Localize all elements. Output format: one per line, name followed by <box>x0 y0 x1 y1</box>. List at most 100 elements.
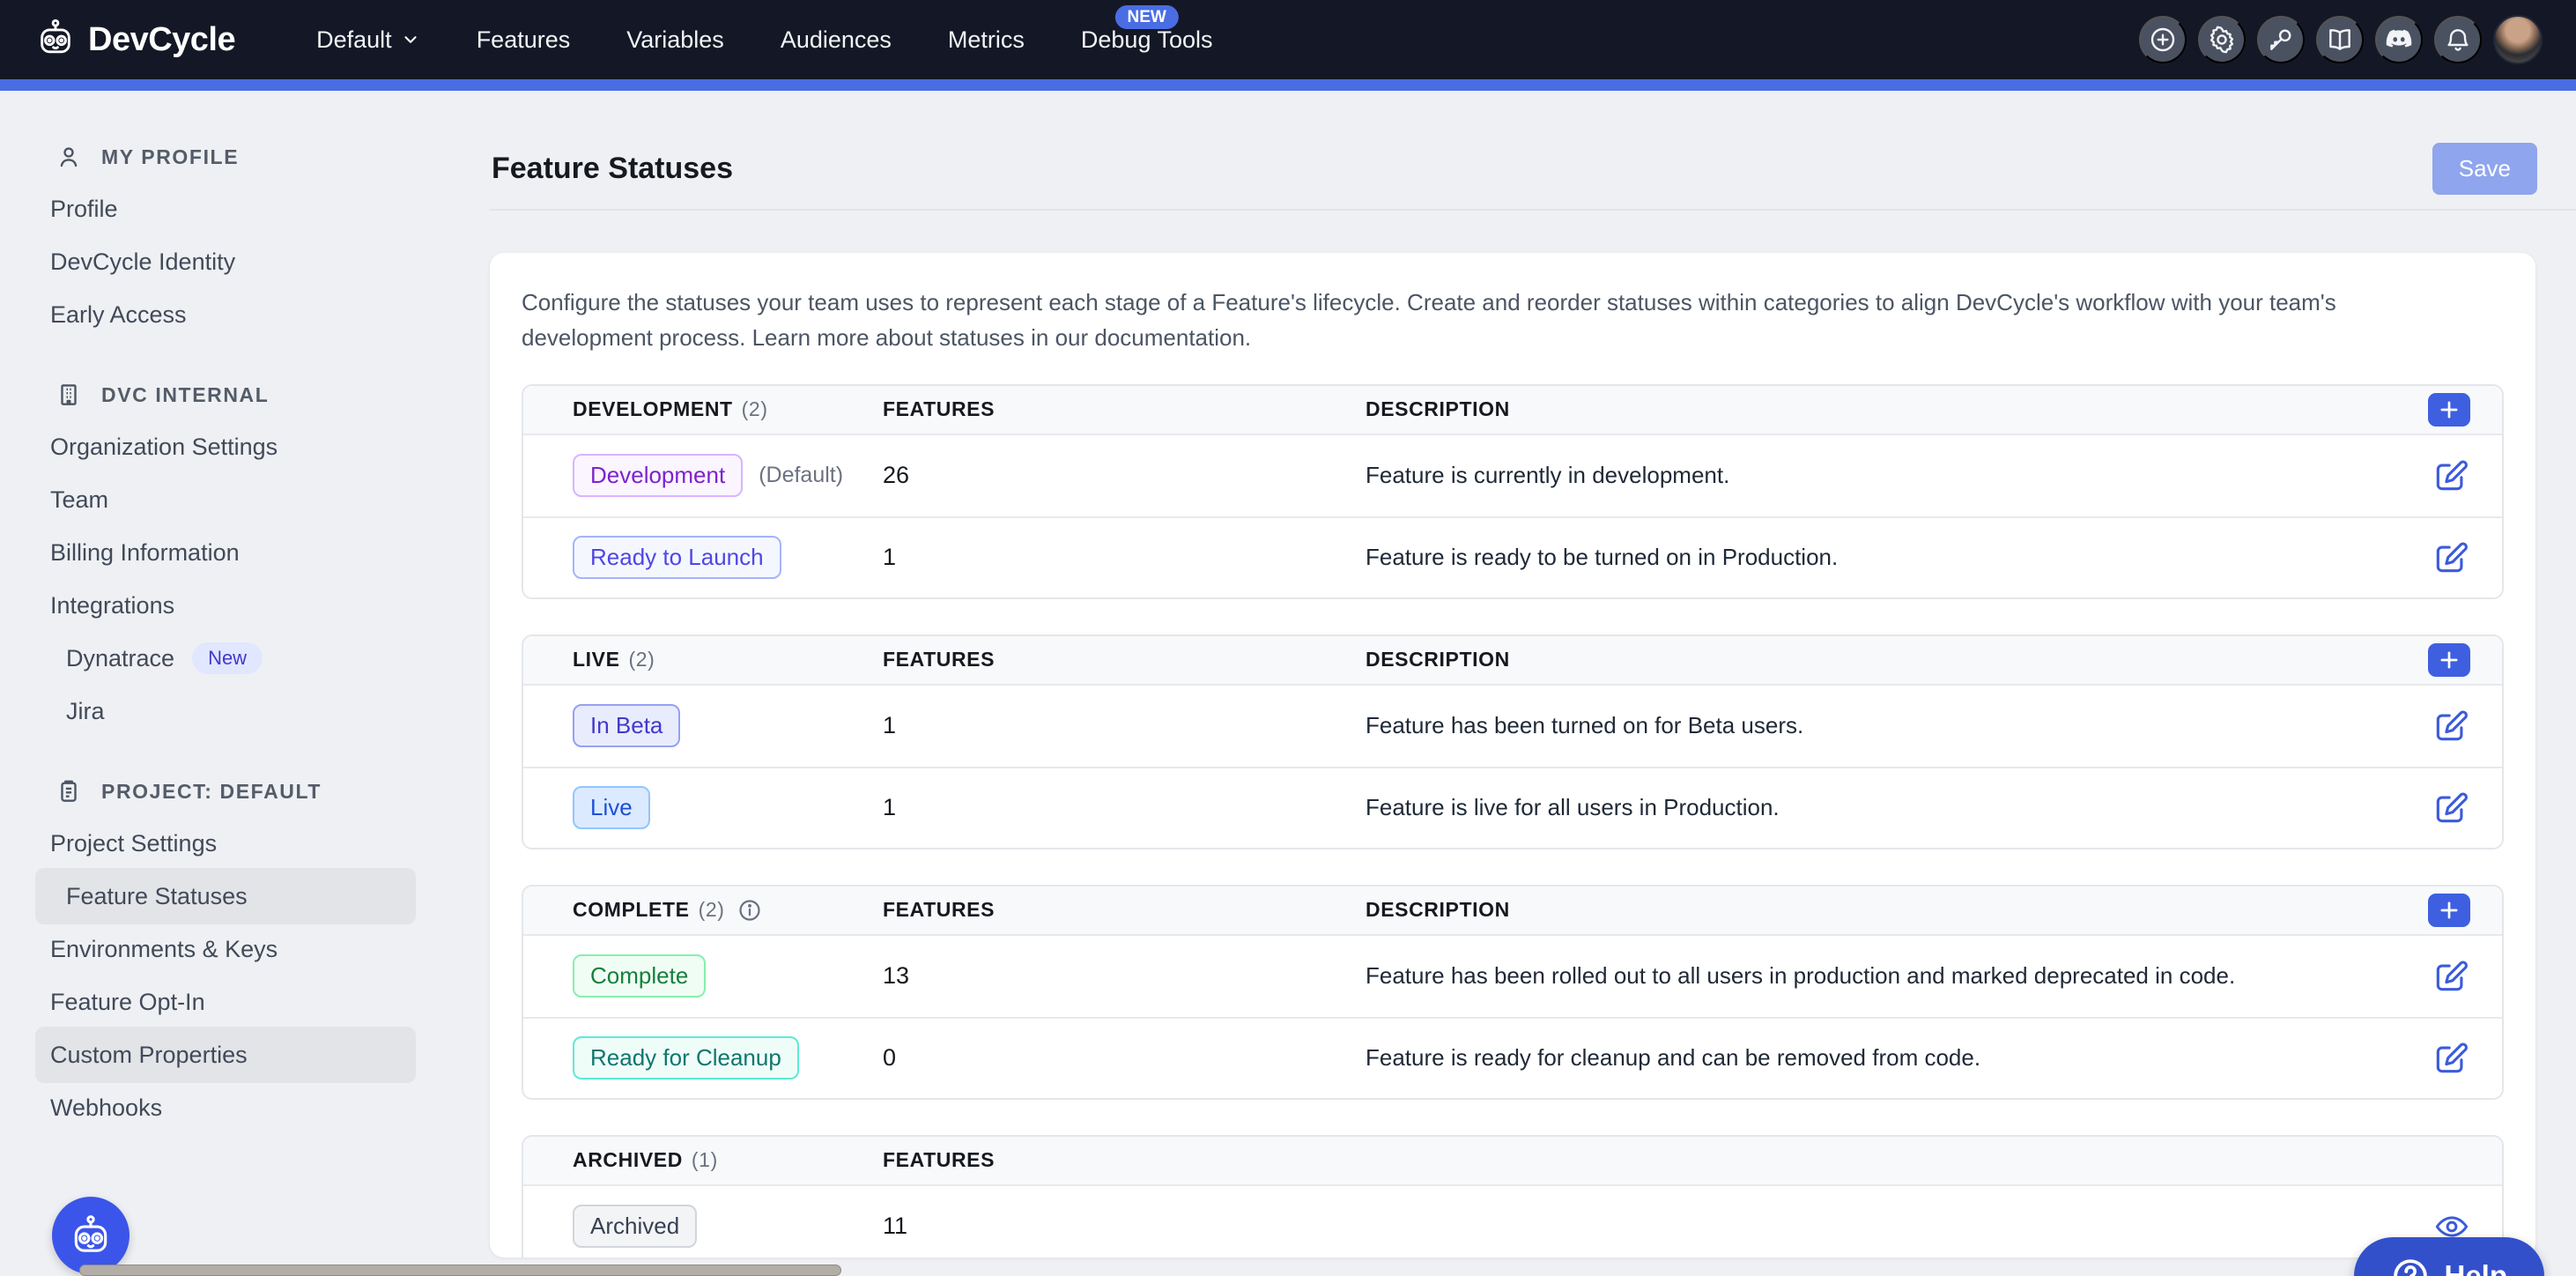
features-column-header: FEATURES <box>883 397 1366 421</box>
features-column-header: FEATURES <box>883 1148 1366 1172</box>
status-row-ready-for-cleanup: Ready for Cleanup 0 Feature is ready for… <box>523 1017 2502 1098</box>
plus-icon <box>2436 647 2462 673</box>
user-avatar[interactable] <box>2493 15 2543 64</box>
sidebar-item-label: Profile <box>50 196 118 223</box>
sidebar-item-custom-properties[interactable]: Custom Properties <box>0 1028 490 1081</box>
sidebar-section-title: PROJECT: DEFAULT <box>101 780 322 804</box>
description-column-header: DESCRIPTION <box>1366 648 2338 671</box>
devcycle-assistant-button[interactable] <box>52 1197 130 1274</box>
description-column-header: DESCRIPTION <box>1366 397 2338 421</box>
top-navbar: DevCycle Default FeaturesVariablesAudien… <box>0 0 2576 79</box>
status-badge[interactable]: Ready to Launch <box>573 536 781 579</box>
help-label: Help <box>2444 1259 2507 1276</box>
status-badge[interactable]: Ready for Cleanup <box>573 1036 799 1079</box>
status-badge[interactable]: Archived <box>573 1205 697 1248</box>
sidebar-item-feature-opt-in[interactable]: Feature Opt-In <box>0 976 490 1028</box>
discord-button[interactable] <box>2375 16 2423 63</box>
add-status-button[interactable] <box>2428 894 2470 927</box>
sidebar-item-jira[interactable]: Jira <box>0 685 490 738</box>
nav-item-metrics[interactable]: Metrics <box>920 0 1053 79</box>
edit-status-button[interactable] <box>2432 538 2470 577</box>
gear-button[interactable] <box>2198 16 2246 63</box>
new-badge: NEW <box>1115 5 1179 29</box>
sidebar-item-label: Organization Settings <box>50 434 278 461</box>
sidebar-item-feature-statuses[interactable]: Feature Statuses <box>0 870 490 923</box>
status-table-development: DEVELOPMENT(2) FEATURES DESCRIPTION Deve… <box>522 384 2504 599</box>
sidebar-item-early-access[interactable]: Early Access <box>0 288 490 341</box>
sidebar-item-dynatrace[interactable]: Dynatrace New <box>0 632 490 685</box>
sidebar-item-label: Project Settings <box>50 830 217 857</box>
edit-icon <box>2432 789 2470 827</box>
chevron-down-icon <box>401 28 420 56</box>
sidebar-item-team[interactable]: Team <box>0 473 490 526</box>
horizontal-scrollbar[interactable] <box>79 1265 841 1276</box>
info-circle-icon[interactable] <box>737 898 762 923</box>
sidebar-section: DVC INTERNAL Organization Settings Team Bil… <box>0 378 490 738</box>
edit-status-button[interactable] <box>2432 456 2470 495</box>
sidebar-item-devcycle-identity[interactable]: DevCycle Identity <box>0 235 490 288</box>
new-badge: New <box>192 642 263 674</box>
status-badge[interactable]: Development <box>573 454 743 497</box>
edit-icon <box>2432 456 2470 495</box>
discord-icon <box>2384 25 2414 55</box>
sidebar-item-billing-information[interactable]: Billing Information <box>0 526 490 579</box>
page-title: Feature Statuses <box>492 152 733 186</box>
nav-item-variables[interactable]: Variables <box>598 0 752 79</box>
nav-item-debug-tools[interactable]: Debug ToolsNEW <box>1053 0 1241 79</box>
status-description: Feature has been turned on for Beta user… <box>1366 712 2338 739</box>
devcycle-logo[interactable]: DevCycle <box>35 18 235 63</box>
edit-status-button[interactable] <box>2432 789 2470 827</box>
bell-button[interactable] <box>2434 16 2482 63</box>
project-selector-label: Default <box>316 26 392 54</box>
person-icon <box>56 144 82 170</box>
sidebar-section: MY PROFILE Profile DevCycle IdentityEarly … <box>0 140 490 341</box>
edit-status-button[interactable] <box>2432 957 2470 996</box>
project-selector-dropdown[interactable]: Default <box>288 0 448 79</box>
edit-status-button[interactable] <box>2432 1039 2470 1078</box>
table-header-row: LIVE(2) FEATURES DESCRIPTION <box>523 636 2502 686</box>
edit-icon <box>2432 1039 2470 1078</box>
status-row-complete: Complete 13 Feature has been rolled out … <box>523 936 2502 1017</box>
sidebar-section-header: MY PROFILE <box>0 140 490 174</box>
sidebar-item-integrations[interactable]: Integrations <box>0 579 490 632</box>
sidebar-item-environments-keys[interactable]: Environments & Keys <box>0 923 490 976</box>
edit-status-button[interactable] <box>2432 707 2470 746</box>
status-badge[interactable]: In Beta <box>573 704 680 747</box>
bell-icon <box>2444 26 2472 54</box>
status-table-live: LIVE(2) FEATURES DESCRIPTION In Beta 1 F… <box>522 634 2504 849</box>
sidebar-item-label: Webhooks <box>50 1094 162 1122</box>
sidebar-item-project-settings[interactable]: Project Settings <box>0 817 490 870</box>
feature-count: 1 <box>883 544 1366 571</box>
features-column-header: FEATURES <box>883 898 1366 922</box>
sidebar-item-label: Team <box>50 486 108 514</box>
sidebar-section-header: DVC INTERNAL <box>0 378 490 412</box>
sidebar-item-profile[interactable]: Profile <box>0 182 490 235</box>
status-table-archived: ARCHIVED(1) FEATURES Archived 11 <box>522 1135 2504 1257</box>
plus-circle-button[interactable] <box>2139 16 2187 63</box>
plus-circle-icon <box>2149 26 2177 54</box>
sidebar-item-webhooks[interactable]: Webhooks <box>0 1081 490 1134</box>
help-button[interactable]: Help <box>2354 1237 2544 1276</box>
table-header-row: DEVELOPMENT(2) FEATURES DESCRIPTION <box>523 386 2502 435</box>
sidebar-section: PROJECT: DEFAULT Project Settings Feature … <box>0 775 490 1134</box>
feature-count: 11 <box>883 1213 1366 1240</box>
add-status-button[interactable] <box>2428 393 2470 427</box>
sidebar-item-label: Dynatrace <box>66 645 174 672</box>
plus-icon <box>2436 897 2462 924</box>
status-badge[interactable]: Live <box>573 786 650 829</box>
key-button[interactable] <box>2257 16 2305 63</box>
book-button[interactable] <box>2316 16 2364 63</box>
sidebar-item-organization-settings[interactable]: Organization Settings <box>0 420 490 473</box>
table-header-row: COMPLETE(2) FEATURES DESCRIPTION <box>523 887 2502 936</box>
default-label: (Default) <box>759 463 843 488</box>
nav-item-features[interactable]: Features <box>448 0 599 79</box>
sidebar-item-label: Custom Properties <box>50 1042 248 1069</box>
nav-item-audiences[interactable]: Audiences <box>752 0 920 79</box>
status-row-ready-to-launch: Ready to Launch 1 Feature is ready to be… <box>523 516 2502 597</box>
header-divider <box>490 209 2576 211</box>
status-description: Feature is ready to be turned on in Prod… <box>1366 544 2338 571</box>
save-button[interactable]: Save <box>2432 143 2537 195</box>
add-status-button[interactable] <box>2428 643 2470 677</box>
status-badge[interactable]: Complete <box>573 954 706 998</box>
accent-strip <box>0 79 2576 91</box>
